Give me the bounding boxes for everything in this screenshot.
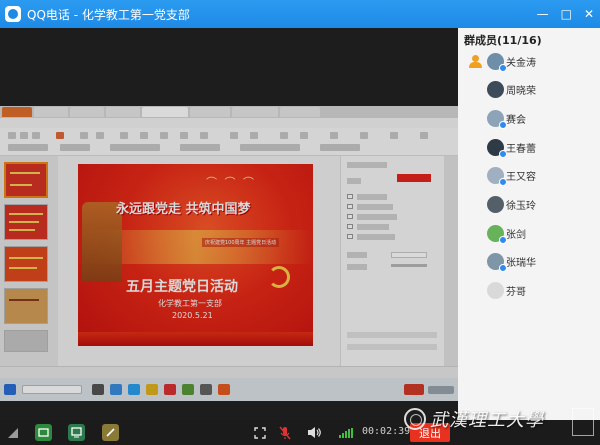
fullscreen-icon[interactable] xyxy=(253,424,267,441)
slide-thumbnails xyxy=(0,156,58,366)
member-name: 徐玉玲 xyxy=(506,201,536,212)
fill-color-swatch xyxy=(397,174,431,182)
member-item[interactable]: 张剑 xyxy=(458,222,600,244)
member-name: 关金涛 xyxy=(506,57,536,69)
member-name: 王又容 xyxy=(506,172,536,184)
slide-headline: 永远跟党走 共筑中国梦 xyxy=(116,202,251,217)
watermark-badge xyxy=(572,408,594,436)
close-button[interactable]: ✕ xyxy=(584,7,594,21)
network-icon xyxy=(6,424,20,441)
maximize-button[interactable]: □ xyxy=(561,7,572,21)
avatar xyxy=(487,224,507,244)
avatar xyxy=(487,109,507,129)
signal-strength-icon xyxy=(339,428,353,438)
slide-date: 2020.5.21 xyxy=(172,311,213,320)
avatar xyxy=(487,138,507,158)
member-item[interactable]: 周晓荣 xyxy=(458,79,600,101)
slide-canvas: ⌒ ⌒ ⌒ 永远跟党走 共筑中国梦 庆祝建党100周年 主题党日活动 五月主题党… xyxy=(58,156,340,366)
university-seal-icon xyxy=(404,408,426,430)
avatar xyxy=(487,253,507,273)
screen-share-icon[interactable] xyxy=(68,424,85,441)
avatar xyxy=(487,52,507,72)
member-item[interactable]: 徐玉玲 xyxy=(458,194,600,216)
party-emblem-icon xyxy=(268,266,290,288)
avatar xyxy=(487,167,507,187)
slide-banner: 庆祝建党100周年 主题党日活动 xyxy=(202,238,280,247)
member-count-header: 群成员(11/16) xyxy=(464,34,542,47)
member-item[interactable]: 关金涛 xyxy=(458,50,600,72)
wps-menu-bar xyxy=(0,118,458,128)
title-bar: QQ电话 - 化学教工第一党支部 — □ ✕ xyxy=(0,0,600,28)
speaker-icon[interactable] xyxy=(306,424,322,441)
member-name: 赛会 xyxy=(506,114,526,126)
wps-tab-strip xyxy=(0,106,458,118)
member-item[interactable]: 王又容 xyxy=(458,165,600,187)
minimize-button[interactable]: — xyxy=(537,7,549,21)
member-name: 张剑 xyxy=(506,229,526,241)
shared-wps-window: ⌒ ⌒ ⌒ 永远跟党走 共筑中国梦 庆祝建党100周年 主题党日活动 五月主题党… xyxy=(0,106,458,401)
window-controls: — □ ✕ xyxy=(537,0,594,28)
member-name: 周晓荣 xyxy=(506,86,536,98)
mute-mic-icon[interactable] xyxy=(278,424,292,441)
member-name: 芬哥 xyxy=(506,287,526,299)
member-item[interactable]: 芬哥 xyxy=(458,280,600,302)
avatar xyxy=(487,282,504,300)
whiteboard-icon[interactable] xyxy=(102,424,119,441)
qq-phone-icon xyxy=(5,6,21,22)
mic-status-icon xyxy=(499,149,507,158)
birds-decoration: ⌒ ⌒ ⌒ xyxy=(206,176,256,189)
member-panel: 群成员(11/16) 关金涛周晓荣赛会王春蕾王又容徐玉玲张剑张瑞华芬哥 xyxy=(458,28,600,420)
wps-side-toolbar xyxy=(444,156,458,366)
watermark-text: 武漢理工大學 xyxy=(430,410,544,431)
member-item[interactable]: 王春蕾 xyxy=(458,136,600,158)
wps-property-panel xyxy=(340,156,444,366)
presentation-slide: ⌒ ⌒ ⌒ 永远跟党走 共筑中国梦 庆祝建党100周年 主题党日活动 五月主题党… xyxy=(78,164,313,346)
app-tile-icon[interactable] xyxy=(35,424,52,441)
wps-ribbon xyxy=(0,128,458,156)
mic-status-icon xyxy=(499,63,507,72)
slide-title: 五月主题党日活动 xyxy=(126,279,238,295)
member-name: 王春蕾 xyxy=(506,143,536,155)
avatar xyxy=(487,196,504,213)
shared-taskbar xyxy=(0,378,458,401)
slide-org: 化学教工第一支部 xyxy=(158,299,222,308)
member-name: 张瑞华 xyxy=(506,258,536,270)
wps-status-bar xyxy=(0,366,458,378)
shared-screen-video[interactable]: ⌒ ⌒ ⌒ 永远跟党走 共筑中国梦 庆祝建党100周年 主题党日活动 五月主题党… xyxy=(0,28,458,420)
avatar xyxy=(487,81,504,99)
member-item[interactable]: 张瑞华 xyxy=(458,251,600,273)
host-icon xyxy=(469,54,482,68)
mic-status-icon xyxy=(499,264,507,273)
mic-status-icon xyxy=(499,235,507,244)
member-item[interactable]: 赛会 xyxy=(458,107,600,129)
window-title: QQ电话 - 化学教工第一党支部 xyxy=(27,7,190,22)
mic-status-icon xyxy=(499,178,507,187)
university-watermark: 武漢理工大學 xyxy=(402,404,598,442)
mic-status-icon xyxy=(499,120,507,129)
